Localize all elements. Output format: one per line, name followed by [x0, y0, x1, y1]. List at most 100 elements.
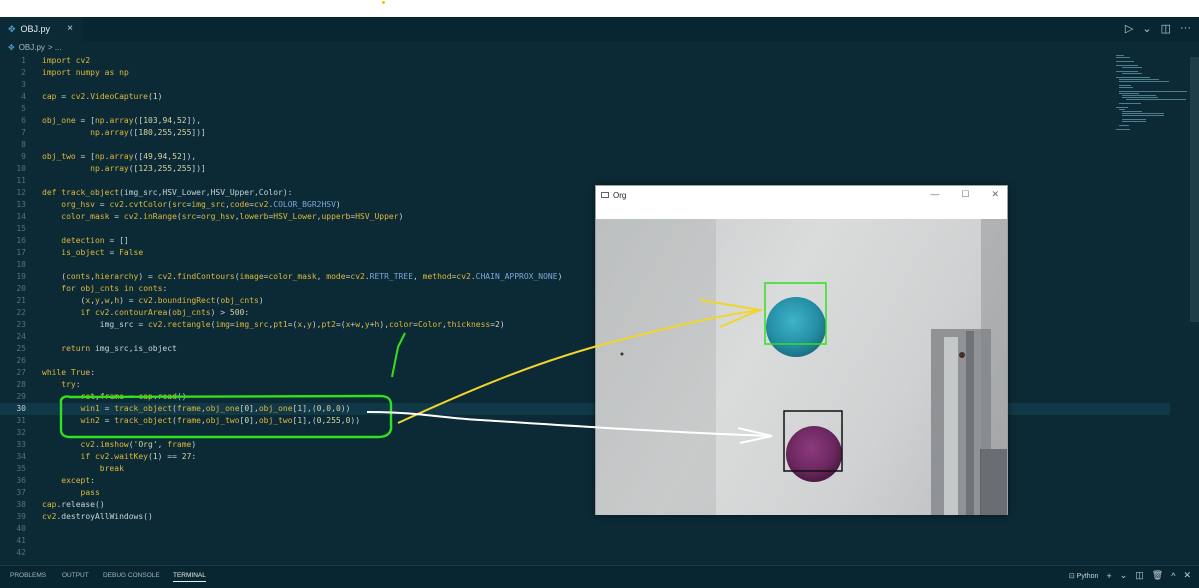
code-text: if cv2.waitKey(1) == 27: — [80, 452, 197, 461]
line-number: 6 — [21, 116, 26, 125]
line-number: 10 — [16, 164, 26, 173]
code-text: obj_one = [np.array([103,94,52]), — [42, 116, 202, 125]
code-line[interactable]: 5 — [0, 103, 1170, 115]
code-text: import cv2 — [42, 56, 91, 65]
trash-icon[interactable]: 🗑 — [1152, 570, 1163, 581]
window-titlebar[interactable]: Org — ☐ ✕ — [596, 186, 1007, 204]
code-text: np.array([123,255,255])] — [90, 164, 206, 173]
line-number: 13 — [16, 200, 26, 209]
line-number: 22 — [16, 308, 26, 317]
code-line[interactable]: 1 import cv2 — [0, 55, 1170, 67]
run-icon[interactable]: ▷ — [1125, 22, 1133, 35]
minimize-icon[interactable]: — — [930, 189, 939, 200]
line-number: 21 — [16, 296, 26, 305]
code-text: cv2.imshow('Org', frame) — [80, 440, 197, 449]
line-number: 9 — [21, 152, 26, 161]
line-number: 28 — [16, 380, 26, 389]
code-text: (x,y,w,h) = cv2.boundingRect(obj_cnts) — [42, 296, 264, 305]
chevron-up-icon[interactable]: ^ — [1171, 571, 1175, 581]
camera-frame — [596, 219, 1007, 515]
tab-problems[interactable]: PROBLEMS — [10, 572, 46, 579]
code-text: cap = cv2.VideoCapture(1) — [42, 92, 163, 101]
code-text: def track_object(img_src,HSV_Lower,HSV_U… — [42, 188, 293, 197]
minimap[interactable] — [1110, 53, 1190, 133]
breadcrumb: ✥ OBJ.py > ... — [8, 43, 62, 52]
vertical-scrollbar[interactable] — [1190, 57, 1199, 322]
camera-scene — [596, 219, 1007, 515]
line-number: 8 — [21, 140, 26, 149]
line-number: 25 — [16, 344, 26, 353]
window-app-icon — [601, 192, 609, 198]
tab-obj-py[interactable]: ✥ OBJ.py × — [0, 17, 82, 41]
code-line[interactable]: 2 import numpy as np — [0, 67, 1170, 79]
line-number: 38 — [16, 500, 26, 509]
chevron-down-icon[interactable]: ⌄ — [1142, 22, 1151, 35]
code-line[interactable]: 40 — [0, 523, 1170, 535]
code-text: try: — [61, 380, 81, 389]
code-text: cap.release() — [42, 500, 105, 509]
line-number: 30 — [16, 404, 26, 413]
breadcrumb-rest[interactable]: > ... — [48, 43, 62, 52]
close-icon[interactable]: ✕ — [991, 189, 999, 200]
code-text: (conts,hierarchy) = cv2.findContours(ima… — [42, 272, 563, 281]
line-number: 42 — [16, 548, 26, 557]
window-controls: — ☐ ✕ — [930, 189, 999, 200]
plus-icon[interactable]: + — [1106, 571, 1111, 581]
code-text: np.array([180,255,255])] — [90, 128, 206, 137]
line-number: 31 — [16, 416, 26, 425]
line-number: 4 — [21, 92, 26, 101]
code-line[interactable]: 10 np.array([123,255,255])] — [0, 163, 1170, 175]
code-text: color_mask = cv2.inRange(src=org_hsv,low… — [61, 212, 404, 221]
tab-terminal[interactable]: TERMINAL — [173, 572, 206, 582]
window-title: Org — [613, 190, 627, 200]
marker-dot — [382, 1, 385, 4]
close-icon[interactable]: × — [67, 23, 73, 34]
line-number: 33 — [16, 440, 26, 449]
more-actions-icon[interactable]: ··· — [1180, 22, 1191, 35]
close-icon[interactable]: ✕ — [1183, 570, 1191, 581]
line-number: 3 — [21, 80, 26, 89]
code-text: except: — [61, 476, 95, 485]
code-text: pass — [80, 488, 100, 497]
line-number: 27 — [16, 368, 26, 377]
line-number: 40 — [16, 524, 26, 533]
code-text: if cv2.contourArea(obj_cnts) > 500: — [80, 308, 250, 317]
code-line[interactable]: 42 — [0, 547, 1170, 559]
terminal-selector[interactable]: ⊡ Python — [1069, 572, 1099, 580]
code-text: is_object = False — [61, 248, 144, 257]
code-line[interactable]: 4 cap = cv2.VideoCapture(1) — [0, 91, 1170, 103]
code-line[interactable]: 6 obj_one = [np.array([103,94,52]), — [0, 115, 1170, 127]
code-text: obj_two = [np.array([49,94,52]), — [42, 152, 197, 161]
code-line[interactable]: 8 — [0, 139, 1170, 151]
split-terminal-icon[interactable]: ◫ — [1135, 570, 1144, 581]
line-number: 24 — [16, 332, 26, 341]
top-strip — [0, 0, 1199, 17]
code-text: return img_src,is_object — [61, 344, 177, 353]
breadcrumb-file[interactable]: OBJ.py — [19, 43, 45, 52]
line-number: 5 — [21, 104, 26, 113]
line-number: 18 — [16, 260, 26, 269]
tab-label: OBJ.py — [20, 24, 51, 34]
line-number: 34 — [16, 452, 26, 461]
code-text: win2 = track_object(frame,obj_two[0],obj… — [80, 416, 361, 425]
code-text: img_src = cv2.rectangle(img=img_src,pt1=… — [99, 320, 505, 329]
maximize-icon[interactable]: ☐ — [961, 189, 969, 200]
org-window[interactable]: Org — ☐ ✕ — [595, 185, 1008, 515]
tab-debug-console[interactable]: DEBUG CONSOLE — [103, 572, 160, 579]
chevron-down-icon[interactable]: ⌄ — [1120, 570, 1128, 581]
code-line[interactable]: 41 — [0, 535, 1170, 547]
code-line[interactable]: 3 — [0, 79, 1170, 91]
line-number: 19 — [16, 272, 26, 281]
code-line[interactable]: 7 np.array([180,255,255])] — [0, 127, 1170, 139]
split-editor-icon[interactable]: ◫ — [1161, 22, 1171, 35]
line-number: 26 — [16, 356, 26, 365]
code-text: ret,frame = cap.read() — [80, 392, 187, 401]
code-line[interactable]: 9 obj_two = [np.array([49,94,52]), — [0, 151, 1170, 163]
tab-output[interactable]: OUTPUT — [62, 572, 89, 579]
python-file-icon: ✥ — [8, 43, 15, 52]
line-number: 41 — [16, 536, 26, 545]
line-number: 20 — [16, 284, 26, 293]
code-text: while True: — [42, 368, 96, 377]
terminal-icon: ⊡ — [1068, 572, 1075, 580]
code-text: break — [99, 464, 124, 473]
